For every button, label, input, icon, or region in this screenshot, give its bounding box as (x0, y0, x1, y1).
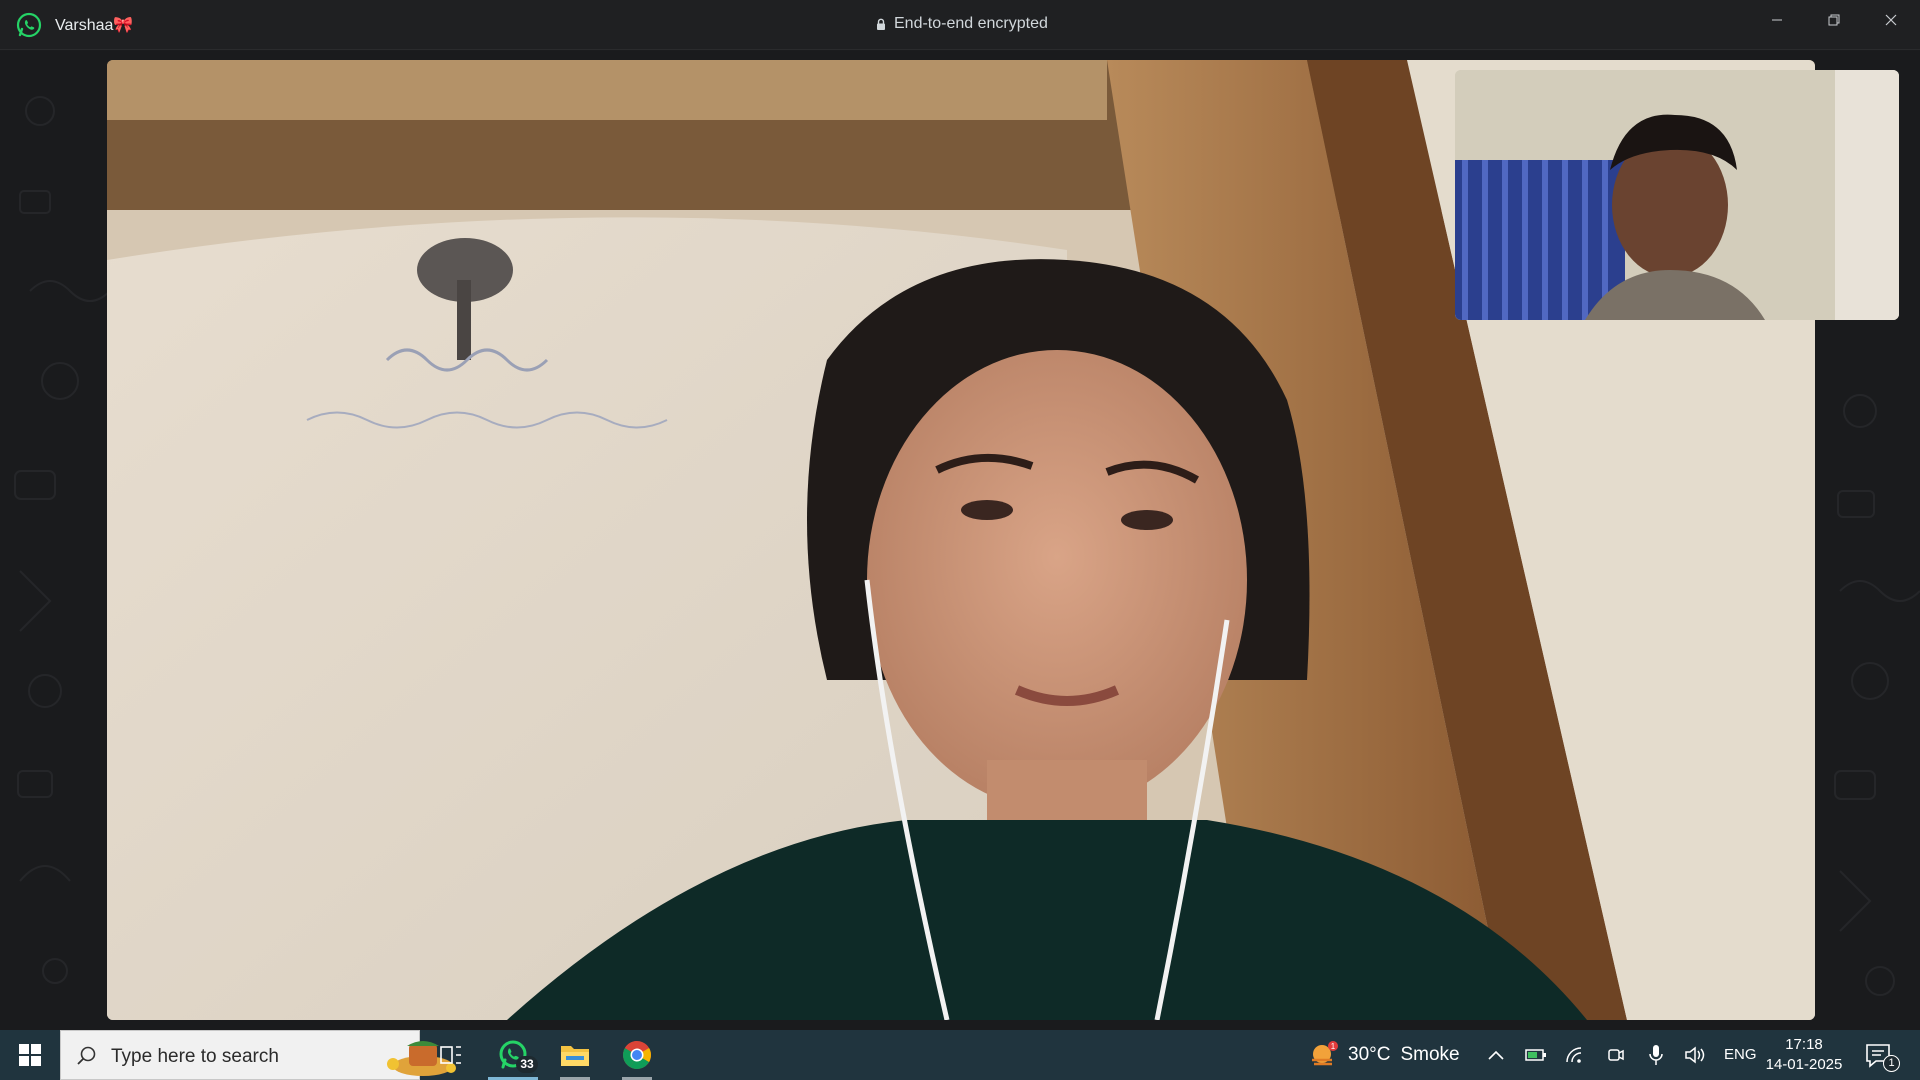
restore-button[interactable] (1805, 0, 1862, 40)
encryption-status: End-to-end encrypted (876, 15, 1048, 33)
weather-condition: Smoke (1400, 1044, 1460, 1065)
camera-in-use-icon (1608, 1049, 1624, 1061)
whatsapp-logo-icon (16, 12, 42, 38)
windows-taskbar: Type here to search 33 1 30°C Smoke ENG … (0, 1030, 1920, 1080)
file-explorer-icon (561, 1046, 589, 1066)
task-view-button[interactable] (422, 1030, 480, 1080)
clock-date: 14-01-2025 (1765, 1056, 1843, 1073)
microphone-icon (1649, 1045, 1663, 1065)
call-stage (0, 51, 1920, 1030)
whatsapp-unread-badge: 33 (516, 1056, 538, 1073)
taskbar-chrome[interactable] (608, 1030, 666, 1080)
encryption-label: End-to-end encrypted (894, 15, 1048, 32)
speaker-icon (1685, 1046, 1705, 1064)
task-view-icon (440, 1046, 461, 1064)
self-view-video[interactable] (1455, 70, 1899, 320)
search-placeholder: Type here to search (111, 1046, 279, 1067)
minimize-button[interactable] (1748, 0, 1805, 40)
input-language[interactable]: ENG (1724, 1046, 1757, 1063)
restore-icon (1828, 14, 1839, 26)
weather-widget[interactable]: 1 30°C Smoke (1308, 1030, 1460, 1080)
weather-temp: 30°C (1348, 1044, 1391, 1065)
weather-haze-icon: 1 (1312, 1041, 1338, 1066)
camera-tray-button[interactable] (1604, 1043, 1628, 1067)
self-view-frame (1455, 70, 1899, 320)
microphone-tray-button[interactable] (1644, 1043, 1668, 1067)
lock-icon (877, 18, 885, 30)
taskbar-search[interactable]: Type here to search (60, 1030, 456, 1080)
title-bar: Varshaa🎀 End-to-end encrypted (0, 0, 1920, 50)
taskbar-file-explorer[interactable] (546, 1030, 604, 1080)
start-button[interactable] (0, 1030, 60, 1080)
contact-name[interactable]: Varshaa🎀 (55, 15, 133, 35)
wifi-tray-button[interactable] (1564, 1043, 1588, 1067)
chevron-up-icon (1488, 1050, 1504, 1060)
wifi-icon (1566, 1047, 1582, 1063)
windows-icon (19, 1044, 41, 1066)
show-hidden-icons-button[interactable] (1484, 1043, 1508, 1067)
clock-time: 17:18 (1785, 1036, 1823, 1053)
weather-alert-count: 1 (1331, 1042, 1336, 1051)
battery-tray-button[interactable] (1524, 1043, 1548, 1067)
minimize-icon (1771, 19, 1782, 21)
taskbar-whatsapp[interactable]: 33 (484, 1030, 542, 1080)
close-button[interactable] (1862, 0, 1919, 40)
chrome-icon (623, 1041, 651, 1069)
volume-tray-button[interactable] (1684, 1043, 1708, 1067)
search-icon (77, 1046, 96, 1065)
notification-count-badge: 1 (1883, 1055, 1900, 1072)
close-icon (1885, 14, 1896, 26)
system-clock[interactable]: 17:18 14-01-2025 (1764, 1035, 1844, 1075)
battery-charging-icon (1525, 1049, 1546, 1061)
